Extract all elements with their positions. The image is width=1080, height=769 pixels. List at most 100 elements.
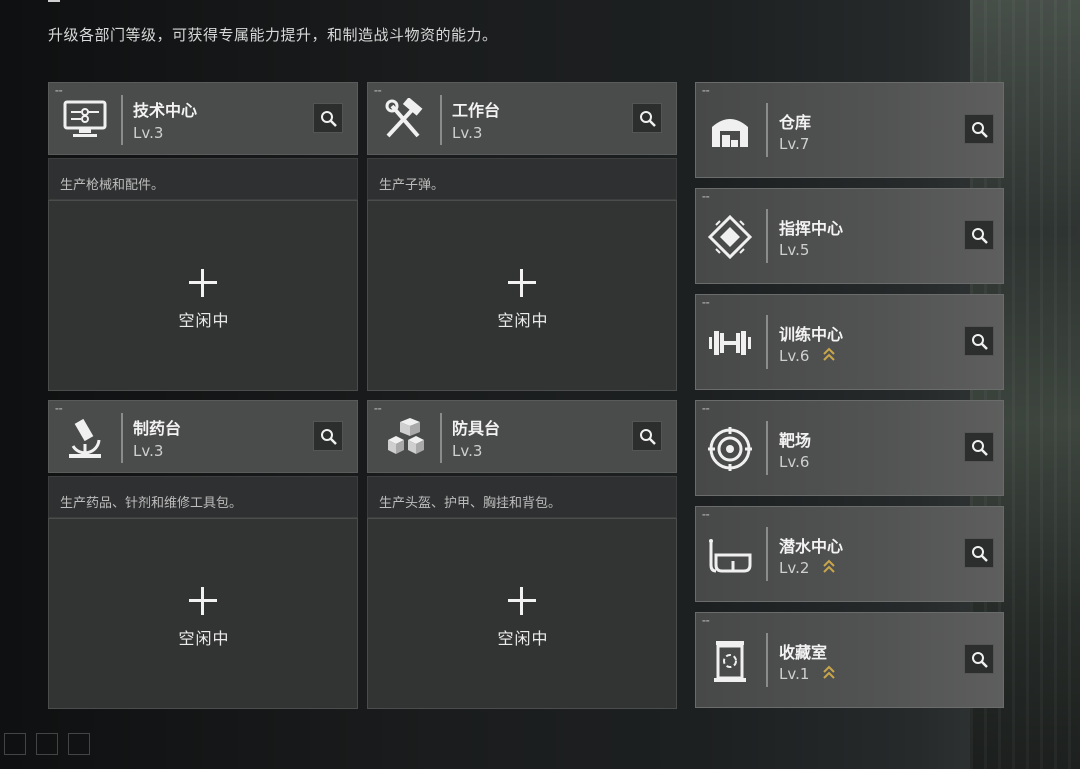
facility-name: 仓库 [779,113,812,132]
facility-level: Lv.1 [779,665,810,683]
card-tag-mark: ▬▬ [702,512,710,517]
facility-name: 训练中心 [779,325,844,344]
header-divider [440,413,442,463]
facility-level: Lv.3 [133,442,164,460]
search-button[interactable] [632,103,662,133]
slot-status: 空闲中 [178,311,230,330]
facility-name: 潜水中心 [779,537,844,556]
production-description: 生产头盔、护甲、胸挂和背包。 [367,476,677,518]
search-button[interactable] [964,114,994,144]
facility-level: Lv.5 [779,241,810,259]
card-tag-mark: ▬▬ [702,88,710,93]
corner-decoration [68,733,90,755]
search-icon [972,440,988,456]
header-divider [440,95,442,145]
header-divider [766,527,768,581]
production-slot[interactable]: 空闲中 [48,200,358,391]
search-button[interactable] [313,103,343,133]
search-button[interactable] [964,644,994,674]
production-slot[interactable]: 空闲中 [367,518,677,709]
search-icon [972,652,988,668]
upgrade-chevron-icon [823,665,835,679]
production-description: 生产药品、针剂和维修工具包。 [48,476,358,518]
production-description: 生产枪械和配件。 [48,158,358,200]
card-tag-mark: ▬▬ [55,406,63,411]
cubes-icon [378,416,432,460]
search-button[interactable] [964,326,994,356]
upgrade-chevron-icon [823,559,835,573]
production-card-header[interactable]: ▬▬ 工作台 Lv.3 [367,82,677,155]
chip-icon [706,213,754,261]
facility-level: Lv.3 [133,124,164,142]
plus-icon [188,586,218,616]
slot-status: 空闲中 [497,629,549,648]
search-button[interactable] [964,538,994,568]
display-case-icon [706,637,754,685]
production-card-header[interactable]: ▬▬ 防具台 Lv.3 [367,400,677,473]
search-button[interactable] [313,421,343,451]
corner-decoration [4,733,26,755]
card-tag-mark: ▬▬ [702,406,710,411]
facility-name: 制药台 [133,419,182,438]
header-divider [766,209,768,263]
search-button[interactable] [964,220,994,250]
header-divider [121,95,123,145]
microscope-icon [59,416,113,460]
search-icon [972,122,988,138]
warehouse-icon [706,107,754,155]
facility-card-diving-center[interactable]: ▬▬ 潜水中心 Lv.2 [695,506,1004,602]
facility-level: Lv.3 [452,124,483,142]
card-tag-mark: ▬▬ [702,618,710,623]
search-icon [321,111,337,127]
search-icon [972,334,988,350]
search-button[interactable] [632,421,662,451]
facility-level: Lv.6 [779,453,810,471]
computer-monitor-icon [59,98,113,142]
card-tag-mark: ▬▬ [374,88,382,93]
facility-card-shooting-range[interactable]: ▬▬ 靶场 Lv.6 [695,400,1004,496]
hammer-wrench-icon [378,97,432,142]
upgrade-chevron-icon [823,347,835,361]
facility-name: 收藏室 [779,643,828,662]
search-icon [321,429,337,445]
page-subtitle: 升级各部门等级，可获得专属能力提升，和制造战斗物资的能力。 [48,26,498,44]
facility-level: Lv.3 [452,442,483,460]
header-divider [766,103,768,157]
search-icon [972,228,988,244]
facility-level: Lv.7 [779,135,810,153]
facility-card-collection-room[interactable]: ▬▬ 收藏室 Lv.1 [695,612,1004,708]
search-button[interactable] [964,432,994,462]
facility-name: 技术中心 [133,101,198,120]
production-slot[interactable]: 空闲中 [367,200,677,391]
card-tag-mark: ▬▬ [374,406,382,411]
plus-icon [188,268,218,298]
target-icon [706,425,754,473]
facility-level: Lv.2 [779,559,810,577]
facility-card-training-center[interactable]: ▬▬ 训练中心 Lv.6 [695,294,1004,390]
dumbbell-icon [706,319,754,367]
search-icon [640,429,656,445]
facility-level: Lv.6 [779,347,810,365]
card-tag-mark: ▬▬ [55,88,63,93]
card-tag-mark: ▬▬ [702,300,710,305]
header-divider [766,633,768,687]
facility-card-warehouse[interactable]: ▬▬ 仓库 Lv.7 [695,82,1004,178]
header-divider [766,421,768,475]
production-slot[interactable]: 空闲中 [48,518,358,709]
facility-name: 指挥中心 [779,219,844,238]
search-icon [640,111,656,127]
plus-icon [507,586,537,616]
top-accent-line [48,0,60,2]
production-card-header[interactable]: ▬▬ 技术中心 Lv.3 [48,82,358,155]
search-icon [972,546,988,562]
production-description: 生产子弹。 [367,158,677,200]
facility-name: 靶场 [779,431,812,450]
header-divider [766,315,768,369]
production-card-header[interactable]: ▬▬ 制药台 Lv.3 [48,400,358,473]
facility-card-command-center[interactable]: ▬▬ 指挥中心 Lv.5 [695,188,1004,284]
facility-name: 防具台 [452,419,501,438]
header-divider [121,413,123,463]
diving-mask-icon [706,531,754,579]
card-tag-mark: ▬▬ [702,194,710,199]
corner-decoration [36,733,58,755]
